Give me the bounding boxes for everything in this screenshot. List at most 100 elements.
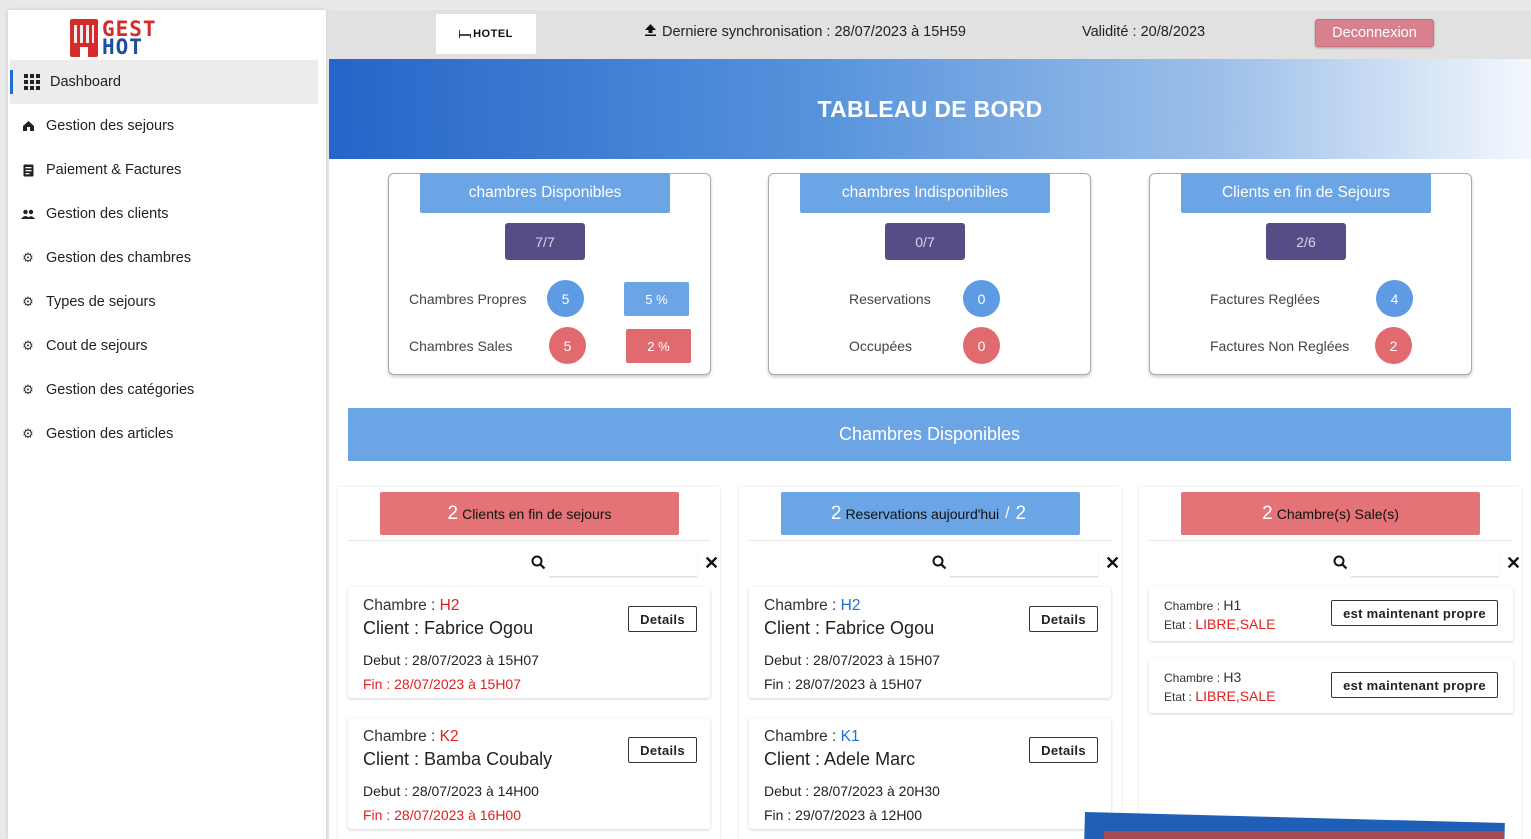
details-button[interactable]: Details	[1029, 737, 1098, 763]
gear-icon: ⚙	[22, 294, 34, 309]
chambre-line: Chambre : H2	[764, 597, 861, 615]
fin-date: Fin : 29/07/2023 à 12H00	[764, 807, 923, 823]
close-icon[interactable]: ✕	[704, 553, 719, 574]
sidebar-item-label: Dashboard	[50, 74, 121, 90]
etat-line: Etat : LIBRE,SALE	[1164, 616, 1276, 632]
sync-status: Derniere synchronisation : 28/07/2023 à …	[645, 24, 966, 40]
sidebar-item-categories[interactable]: ⚙ Gestion des catégories	[8, 368, 326, 412]
stat-count-badge: 0	[963, 327, 1000, 364]
close-icon[interactable]: ✕	[1105, 553, 1120, 574]
etat-value: LIBRE,SALE	[1195, 616, 1276, 632]
stat-card-fin-sejours: Clients en fin de Sejours 2/6 Factures R…	[1149, 173, 1472, 375]
sidebar-item-chambres[interactable]: ⚙ Gestion des chambres	[8, 236, 326, 280]
client-name: Bamba Coubaly	[424, 749, 553, 769]
fin-date: Fin : 28/07/2023 à 15H07	[363, 676, 522, 692]
etat-line: Etat : LIBRE,SALE	[1164, 688, 1276, 704]
debut-date: Debut : 28/07/2023 à 14H00	[363, 783, 539, 799]
stat-count-badge: 4	[1376, 280, 1413, 317]
stat-label: Factures Non Reglées	[1210, 338, 1350, 354]
chambre-line: Chambre : K1	[764, 728, 860, 746]
details-button[interactable]: Details	[628, 737, 697, 763]
client-line: Client : Fabrice Ogou	[764, 618, 934, 639]
gear-icon: ⚙	[22, 382, 34, 397]
chambre-line: Chambre : H1	[1164, 597, 1241, 613]
search-icon[interactable]	[531, 555, 547, 571]
logout-button[interactable]: Deconnexion	[1315, 19, 1434, 47]
stat-card-title: chambres Disponibles	[420, 173, 670, 213]
sidebar-item-label: Gestion des clients	[46, 206, 169, 222]
stat-count-badge: 5	[549, 327, 586, 364]
column-separator: /	[1005, 504, 1010, 522]
search-input[interactable]	[1351, 547, 1499, 577]
search-input[interactable]	[549, 547, 697, 577]
sidebar-item-label: Gestion des catégories	[46, 382, 195, 398]
chambre-value: H2	[840, 597, 861, 614]
home-icon	[20, 118, 36, 134]
stat-card-title: Clients en fin de Sejours	[1181, 173, 1431, 213]
sidebar-item-label: Gestion des sejours	[46, 118, 175, 134]
app-logo: GEST HOT	[70, 18, 166, 58]
chambre-label: Chambre :	[363, 597, 440, 614]
column-reservations: 2 Reservations aujourd'hui / 2 ✕ Chambre…	[739, 487, 1121, 839]
hotel-logo-text: HOTEL	[473, 28, 513, 40]
gear-icon: ⚙	[22, 338, 34, 353]
debut-date: Debut : 28/07/2023 à 15H07	[764, 652, 940, 668]
chambre-label: Chambre :	[764, 597, 841, 614]
stat-label: Chambres Propres	[409, 291, 527, 307]
search-input[interactable]	[950, 547, 1098, 577]
etat-value: LIBRE,SALE	[1195, 688, 1276, 704]
chambre-line: Chambre : K2	[363, 728, 459, 746]
chambre-value: H2	[439, 597, 460, 614]
etat-label: Etat :	[1164, 690, 1196, 704]
column-header: 2 Clients en fin de sejours	[380, 492, 679, 535]
client-label: Client :	[363, 618, 425, 638]
close-icon[interactable]: ✕	[1506, 553, 1521, 574]
top-bar: HOTEL Derniere synchronisation : 28/07/2…	[329, 10, 1531, 59]
section-title: Chambres Disponibles	[348, 408, 1511, 461]
receipt-icon	[20, 162, 36, 178]
details-button[interactable]: Details	[1029, 606, 1098, 632]
list-item: Chambre : H2 Client : Fabrice Ogou Debut…	[749, 587, 1111, 698]
list-item: Chambre : K2 Client : Bamba Coubaly Debu…	[348, 718, 710, 829]
column-fin-sejours: 2 Clients en fin de sejours ✕ Chambre : …	[338, 487, 720, 839]
sidebar-item-sejours[interactable]: Gestion des sejours	[8, 104, 326, 148]
stat-card-indisponibles: chambres Indisponibiles 0/7 Reservations…	[768, 173, 1091, 375]
stat-label: Reservations	[849, 291, 931, 307]
sidebar-nav: Dashboard Gestion des sejours Paiement &…	[8, 60, 326, 456]
sidebar-item-clients[interactable]: Gestion des clients	[8, 192, 326, 236]
list-item: Chambre : H3 Etat : LIBRE,SALE est maint…	[1149, 658, 1513, 713]
sidebar-item-paiement[interactable]: Paiement & Factures	[8, 148, 326, 192]
etat-label: Etat :	[1164, 618, 1196, 632]
search-icon[interactable]	[1333, 555, 1349, 571]
client-name: Fabrice Ogou	[825, 618, 935, 638]
details-button[interactable]: Details	[628, 606, 697, 632]
chambre-label: Chambre :	[363, 728, 440, 745]
debut-date: Debut : 28/07/2023 à 15H07	[363, 652, 539, 668]
sidebar-item-types-sejours[interactable]: ⚙ Types de sejours	[8, 280, 326, 324]
overlay-panel-header	[1104, 831, 1504, 839]
column-count: 2	[447, 502, 459, 524]
list-item: Chambre : H1 Etat : LIBRE,SALE est maint…	[1149, 586, 1513, 641]
column-count: 2	[830, 502, 842, 524]
column-label: Chambre(s) Sale(s)	[1276, 505, 1399, 522]
sidebar-item-label: Gestion des articles	[46, 426, 174, 442]
mark-clean-button[interactable]: est maintenant propre	[1331, 672, 1498, 698]
chambre-label: Chambre :	[1164, 671, 1224, 685]
chambre-value: H1	[1223, 597, 1242, 613]
hotel-logo: HOTEL	[436, 14, 536, 54]
sidebar-item-label: Paiement & Factures	[46, 162, 182, 178]
mark-clean-button[interactable]: est maintenant propre	[1331, 600, 1498, 626]
stat-count-badge: 2	[1375, 327, 1412, 364]
sidebar-item-cout-sejours[interactable]: ⚙ Cout de sejours	[8, 324, 326, 368]
stat-label: Chambres Sales	[409, 338, 513, 354]
sidebar-item-label: Cout de sejours	[46, 338, 148, 354]
column-chambres-sales: 2 Chambre(s) Sale(s) ✕ Chambre : H1 Etat…	[1139, 487, 1521, 839]
page-banner: TABLEAU DE BORD	[329, 59, 1531, 159]
stat-total-badge: 0/7	[885, 223, 965, 260]
search-icon[interactable]	[932, 555, 948, 571]
chambre-value: K2	[439, 728, 459, 745]
sidebar-item-dashboard[interactable]: Dashboard	[10, 60, 318, 104]
sidebar-item-articles[interactable]: ⚙ Gestion des articles	[8, 412, 326, 456]
list-item: Chambre : K1 Client : Adele Marc Debut :…	[749, 718, 1111, 829]
hotel-building-icon	[70, 19, 98, 57]
